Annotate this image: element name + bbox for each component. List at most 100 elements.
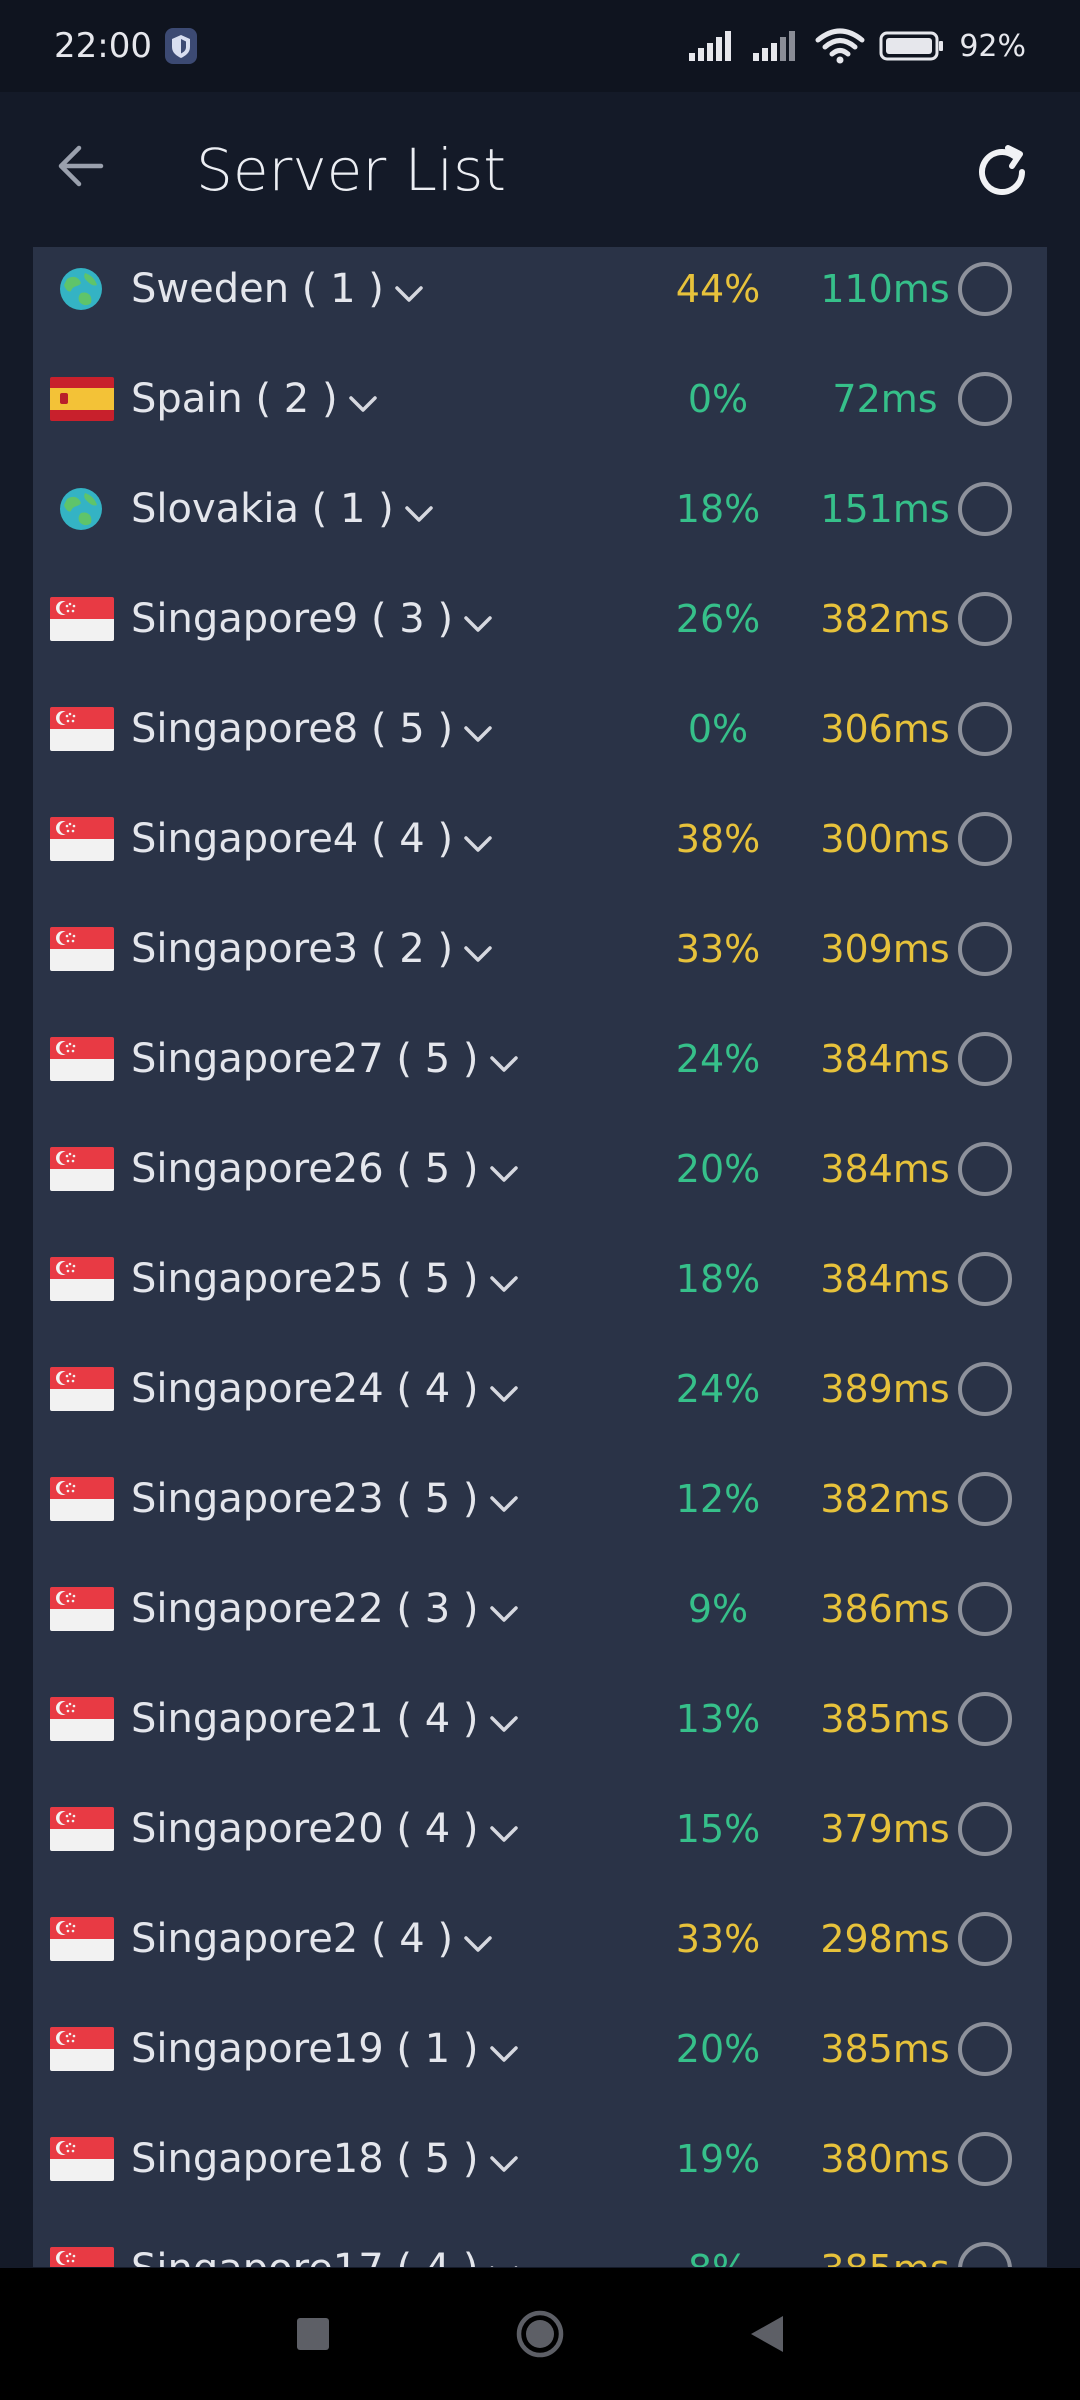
expand-chevron[interactable]	[489, 2026, 519, 2076]
server-name[interactable]: Singapore19 ( 1 )	[131, 2024, 519, 2076]
select-server-radio[interactable]	[958, 1362, 1012, 1416]
expand-chevron[interactable]	[404, 486, 434, 536]
server-load: 8%	[643, 2244, 793, 2267]
select-server-radio[interactable]	[958, 1582, 1012, 1636]
expand-chevron[interactable]	[463, 596, 493, 646]
server-load: 33%	[675, 927, 761, 971]
select-server-radio[interactable]	[958, 1802, 1012, 1856]
select-server-radio[interactable]	[958, 592, 1012, 646]
server-row[interactable]: Singapore18 ( 5 ) 19% 380ms	[33, 2104, 1047, 2214]
server-name[interactable]: Singapore21 ( 4 )	[131, 1694, 519, 1746]
server-name[interactable]: Spain ( 2 )	[131, 374, 378, 426]
server-row[interactable]: Singapore22 ( 3 ) 9% 386ms	[33, 1554, 1047, 1664]
server-row[interactable]: Singapore2 ( 4 ) 33% 298ms	[33, 1884, 1047, 1994]
server-row[interactable]: Singapore25 ( 5 ) 18% 384ms	[33, 1224, 1047, 1334]
home-button[interactable]	[500, 2294, 580, 2374]
recents-button[interactable]	[273, 2294, 353, 2374]
server-row[interactable]: Singapore26 ( 5 ) 20% 384ms	[33, 1114, 1047, 1224]
server-row[interactable]: Singapore20 ( 4 ) 15% 379ms	[33, 1774, 1047, 1884]
server-row[interactable]: Singapore3 ( 2 ) 33% 309ms	[33, 894, 1047, 1004]
expand-chevron[interactable]	[489, 1806, 519, 1856]
select-server-radio[interactable]	[958, 1692, 1012, 1746]
select-server-radio[interactable]	[958, 812, 1012, 866]
server-row[interactable]: Spain ( 2 ) 0% 72ms	[33, 344, 1047, 454]
chevron-down-icon	[464, 616, 492, 632]
expand-chevron[interactable]	[348, 376, 378, 426]
server-name[interactable]: Singapore27 ( 5 )	[131, 1034, 519, 1086]
select-server-radio[interactable]	[958, 1032, 1012, 1086]
server-ping: 382ms	[820, 597, 950, 641]
select-server-radio[interactable]	[958, 482, 1012, 536]
expand-chevron[interactable]	[489, 1366, 519, 1416]
expand-chevron[interactable]	[463, 1916, 493, 1966]
server-row[interactable]: Slovakia ( 1 ) 18% 151ms	[33, 454, 1047, 564]
expand-chevron[interactable]	[489, 1586, 519, 1636]
server-load: 24%	[675, 1367, 761, 1411]
singapore-flag-icon	[50, 597, 114, 641]
back-button[interactable]	[40, 126, 120, 206]
select-server-radio[interactable]	[958, 1142, 1012, 1196]
expand-chevron[interactable]	[489, 2136, 519, 2186]
expand-chevron[interactable]	[489, 1696, 519, 1746]
server-name[interactable]: Singapore17 ( 4 )	[131, 2244, 519, 2267]
select-server-radio[interactable]	[958, 922, 1012, 976]
singapore-flag-icon	[50, 1477, 114, 1521]
select-server-radio[interactable]	[958, 262, 1012, 316]
expand-chevron[interactable]	[463, 926, 493, 976]
server-name[interactable]: Singapore24 ( 4 )	[131, 1364, 519, 1416]
arrow-left-icon	[58, 145, 104, 187]
server-row[interactable]: Sweden ( 1 ) 44% 110ms	[33, 247, 1047, 344]
server-load: 19%	[675, 2137, 761, 2181]
server-row[interactable]: Singapore9 ( 3 ) 26% 382ms	[33, 564, 1047, 674]
server-row[interactable]: Singapore27 ( 5 ) 24% 384ms	[33, 1004, 1047, 1114]
select-server-radio[interactable]	[958, 1912, 1012, 1966]
server-name[interactable]: Singapore23 ( 5 )	[131, 1474, 519, 1526]
chevron-down-icon	[464, 1936, 492, 1952]
select-server-radio[interactable]	[958, 1472, 1012, 1526]
expand-chevron[interactable]	[489, 1036, 519, 1086]
server-name[interactable]: Singapore25 ( 5 )	[131, 1254, 519, 1306]
select-server-radio[interactable]	[958, 2132, 1012, 2186]
expand-chevron[interactable]	[489, 1256, 519, 1306]
server-load: 24%	[675, 1037, 761, 1081]
server-name[interactable]: Singapore8 ( 5 )	[131, 704, 493, 756]
server-name[interactable]: Singapore3 ( 2 )	[131, 924, 493, 976]
expand-chevron[interactable]	[489, 2246, 519, 2267]
server-name[interactable]: Singapore18 ( 5 )	[131, 2134, 519, 2186]
back-nav-button[interactable]	[727, 2294, 807, 2374]
select-server-radio[interactable]	[958, 702, 1012, 756]
expand-chevron[interactable]	[489, 1146, 519, 1196]
refresh-button[interactable]	[960, 130, 1044, 214]
server-name[interactable]: Sweden ( 1 )	[131, 264, 424, 316]
expand-chevron[interactable]	[463, 706, 493, 756]
server-row[interactable]: Singapore4 ( 4 ) 38% 300ms	[33, 784, 1047, 894]
select-server-radio[interactable]	[958, 1252, 1012, 1306]
server-row[interactable]: Singapore24 ( 4 ) 24% 389ms	[33, 1334, 1047, 1444]
server-name[interactable]: Singapore22 ( 3 )	[131, 1584, 519, 1636]
server-row[interactable]: Singapore8 ( 5 ) 0% 306ms	[33, 674, 1047, 784]
server-name[interactable]: Singapore26 ( 5 )	[131, 1144, 519, 1196]
app-bar: Server List	[0, 92, 1080, 248]
server-row[interactable]: Singapore23 ( 5 ) 12% 382ms	[33, 1444, 1047, 1554]
select-server-radio[interactable]	[958, 372, 1012, 426]
server-row[interactable]: Singapore19 ( 1 ) 20% 385ms	[33, 1994, 1047, 2104]
server-list[interactable]: Sweden ( 1 ) 44% 110ms Spain ( 2 ) 0% 72ms Slo…	[33, 247, 1047, 2267]
expand-chevron[interactable]	[394, 266, 424, 316]
server-name[interactable]: Singapore9 ( 3 )	[131, 594, 493, 646]
chevron-down-icon	[489, 1826, 518, 1842]
chevron-down-icon	[489, 1166, 518, 1182]
expand-chevron[interactable]	[463, 816, 493, 866]
server-row[interactable]: Singapore17 ( 4 ) 8%385ms	[33, 2214, 1047, 2267]
server-name[interactable]: Singapore2 ( 4 )	[131, 1914, 493, 1966]
server-row[interactable]: Singapore21 ( 4 ) 13% 385ms	[33, 1664, 1047, 1774]
select-server-radio[interactable]	[958, 2022, 1012, 2076]
server-name[interactable]: Slovakia ( 1 )	[131, 484, 434, 536]
globe-icon	[59, 487, 103, 531]
server-name[interactable]: Singapore20 ( 4 )	[131, 1804, 519, 1856]
shield-icon	[164, 28, 197, 64]
expand-chevron[interactable]	[489, 1476, 519, 1526]
server-ping: 384ms	[820, 1257, 950, 1301]
chevron-down-icon	[489, 2046, 518, 2062]
server-name[interactable]: Singapore4 ( 4 )	[131, 814, 493, 866]
server-name-label: Singapore2 ( 4 )	[131, 1916, 454, 1962]
